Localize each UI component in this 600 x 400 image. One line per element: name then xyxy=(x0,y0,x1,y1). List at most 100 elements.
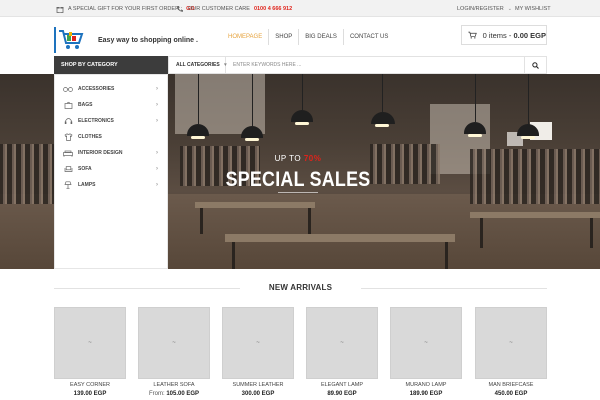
cart-count: 0 items - xyxy=(482,30,514,40)
hero-table-leg xyxy=(590,218,593,248)
nav-shop[interactable]: SHOP xyxy=(269,29,300,45)
product-price-value: 139.00 EGP xyxy=(73,391,107,397)
site-tagline: Easy way to shopping online . xyxy=(98,37,198,44)
category-item-lamps[interactable]: LAMPS › xyxy=(55,177,167,193)
login-register-link[interactable]: LOGIN/REGISTER ⌄ xyxy=(457,0,512,17)
category-item-interior-design[interactable]: INTERIOR DESIGN › xyxy=(55,145,167,161)
headphones-icon xyxy=(63,117,73,125)
product-name[interactable]: ELEGANT LAMP xyxy=(306,382,378,388)
product-image[interactable]: ~ xyxy=(475,307,547,379)
hero-table-leg xyxy=(480,218,483,248)
gift-promo: A SPECIAL GIFT FOR YOUR FIRST ORDER : GO xyxy=(56,0,195,17)
cart-button[interactable]: 0 items - 0.00 EGP xyxy=(461,25,547,45)
product-card[interactable]: ~ SUMMER LEATHER 300.00 EGP xyxy=(222,307,294,400)
product-card[interactable]: ~ MAN BRIEFCASE 450.00 EGP xyxy=(475,307,547,400)
product-name[interactable]: EASY CORNER xyxy=(54,382,126,388)
hero-table-leg xyxy=(308,208,311,234)
product-image[interactable]: ~ xyxy=(54,307,126,379)
product-card[interactable]: ~ MURANO LAMP 189.90 EGP xyxy=(390,307,462,400)
site-logo[interactable] xyxy=(54,27,84,53)
product-price: 450.00 EGP xyxy=(475,391,547,397)
product-image[interactable]: ~ xyxy=(222,307,294,379)
nav-big-deals[interactable]: BIG DEALS xyxy=(299,29,344,45)
hero-title: SPECIAL SALES xyxy=(225,168,371,191)
glasses-icon xyxy=(63,85,73,93)
category-item-electronics[interactable]: ELECTRONICS › xyxy=(55,113,167,129)
cart-icon xyxy=(468,31,477,39)
product-name[interactable]: SUMMER LEATHER xyxy=(222,382,294,388)
nav-contact-us[interactable]: CONTACT US xyxy=(344,29,394,45)
product-grid: ~ EASY CORNER 139.00 EGP ~ LEATHER SOFA … xyxy=(54,307,547,400)
product-price: From: 105.00 EGP xyxy=(138,391,210,397)
chevron-right-icon: › xyxy=(156,166,158,172)
category-item-accessories[interactable]: ACCESSORIES › xyxy=(55,81,167,97)
care-text: OUR CUSTOMER CARE xyxy=(188,5,250,12)
search-icon xyxy=(532,61,539,69)
chevron-right-icon: › xyxy=(156,102,158,108)
product-card[interactable]: ~ EASY CORNER 139.00 EGP xyxy=(54,307,126,400)
category-label: INTERIOR DESIGN xyxy=(78,150,123,156)
main-nav: HOMEPAGE SHOP BIG DEALS CONTACT US xyxy=(222,29,394,45)
gift-icon xyxy=(56,5,64,13)
care-phone[interactable]: 0100 4 666 912 xyxy=(254,6,292,12)
wishlist-link[interactable]: MY WISHLIST xyxy=(515,0,551,17)
product-image[interactable]: ~ xyxy=(306,307,378,379)
product-price-prefix: From: xyxy=(148,391,165,397)
hero-shoe-rack xyxy=(0,144,54,204)
customer-care: OUR CUSTOMER CARE 0100 4 666 912 xyxy=(176,0,292,17)
category-item-sofa[interactable]: SOFA › xyxy=(55,161,167,177)
product-price-value: 189.90 EGP xyxy=(409,391,443,397)
hero-table xyxy=(470,212,600,218)
chevron-right-icon: › xyxy=(156,182,158,188)
product-price: 189.90 EGP xyxy=(390,391,462,397)
new-arrivals-title: NEW ARRIVALS xyxy=(268,283,333,292)
category-label: CLOTHES xyxy=(78,134,102,140)
hero-percent: 70% xyxy=(303,154,322,163)
product-card[interactable]: ~ ELEGANT LAMP 89.90 EGP xyxy=(306,307,378,400)
chevron-right-icon: › xyxy=(156,86,158,92)
category-select[interactable]: ALL CATEGORIES ▾ xyxy=(169,57,227,73)
phone-icon xyxy=(176,5,184,13)
category-label: ELECTRONICS xyxy=(78,118,114,124)
product-image[interactable]: ~ xyxy=(390,307,462,379)
chevron-right-icon: › xyxy=(156,118,158,124)
shirt-icon xyxy=(63,133,73,141)
hero-table-leg xyxy=(232,242,235,269)
category-label: SOFA xyxy=(78,166,92,172)
site-header: Easy way to shopping online . HOMEPAGE S… xyxy=(0,18,600,56)
category-label: ACCESSORIES xyxy=(78,86,115,92)
product-price: 139.00 EGP xyxy=(54,391,126,397)
category-item-bags[interactable]: BAGS › xyxy=(55,97,167,113)
hero-table-leg xyxy=(445,242,448,269)
shopping-cart-logo-icon xyxy=(59,30,84,49)
product-price-value: 450.00 EGP xyxy=(494,391,528,397)
bag-icon xyxy=(63,101,73,109)
lamp-icon xyxy=(63,181,73,189)
cart-total: 0.00 EGP xyxy=(513,30,546,40)
armchair-icon xyxy=(63,165,73,173)
product-name[interactable]: LEATHER SOFA xyxy=(138,382,210,388)
hero-table-leg xyxy=(200,208,203,234)
product-card[interactable]: ~ LEATHER SOFA From: 105.00 EGP xyxy=(138,307,210,400)
category-label: BAGS xyxy=(78,102,93,108)
product-price-value: 300.00 EGP xyxy=(241,391,275,397)
search-button[interactable] xyxy=(524,57,546,73)
category-select-value: ALL CATEGORIES xyxy=(176,62,220,68)
new-arrivals-heading: NEW ARRIVALS xyxy=(54,278,547,298)
shop-by-category-heading[interactable]: SHOP BY CATEGORY xyxy=(54,56,168,74)
search-input[interactable] xyxy=(227,57,523,73)
product-name[interactable]: MURANO LAMP xyxy=(390,382,462,388)
category-menu: ACCESSORIES › BAGS › ELECTRONICS › CLOTH… xyxy=(54,74,168,269)
hero-table xyxy=(225,234,455,242)
top-bar: A SPECIAL GIFT FOR YOUR FIRST ORDER : GO… xyxy=(0,0,600,17)
product-name[interactable]: MAN BRIEFCASE xyxy=(475,382,547,388)
hero-clothes-rack xyxy=(470,149,600,204)
chevron-right-icon: › xyxy=(156,150,158,156)
product-price-value: 89.90 EGP xyxy=(327,391,357,397)
nav-homepage[interactable]: HOMEPAGE xyxy=(222,29,270,45)
product-price: 89.90 EGP xyxy=(306,391,378,397)
product-image[interactable]: ~ xyxy=(138,307,210,379)
category-item-clothes[interactable]: CLOTHES xyxy=(55,129,167,145)
hero-table xyxy=(195,202,315,208)
product-price-value: 105.00 EGP xyxy=(166,391,200,397)
